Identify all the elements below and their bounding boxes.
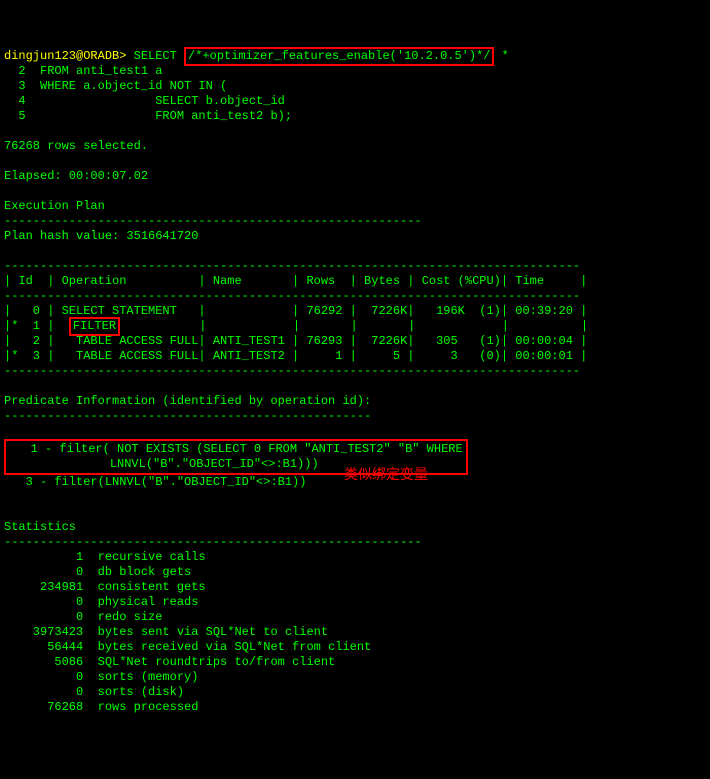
stat-consistent-gets: 234981 consistent gets [4, 580, 206, 594]
rows-selected: 76268 rows selected. [4, 139, 148, 153]
plan-table-header: | Id | Operation | Name | Rows | Bytes |… [4, 274, 587, 288]
sql-line-5: 5 FROM anti_test2 b); [4, 109, 292, 123]
stat-sorts-memory: 0 sorts (memory) [4, 670, 198, 684]
stat-physical-reads: 0 physical reads [4, 595, 198, 609]
plan-row-1-post: | | | | | | [120, 319, 588, 333]
stat-sorts-disk: 0 sorts (disk) [4, 685, 184, 699]
annotation-text: 类似绑定变量 [344, 467, 428, 482]
stat-rows-processed: 76268 rows processed [4, 700, 198, 714]
divider: ----------------------------------------… [4, 535, 422, 549]
stat-roundtrips: 5086 SQL*Net roundtrips to/from client [4, 655, 335, 669]
divider: ----------------------------------------… [4, 364, 580, 378]
stat-recursive-calls: 1 recursive calls [4, 550, 206, 564]
divider: ----------------------------------------… [4, 259, 580, 273]
predicate-line-1: 1 - filter( NOT EXISTS (SELECT 0 FROM "A… [9, 442, 463, 456]
stat-bytes-sent: 3973423 bytes sent via SQL*Net to client [4, 625, 328, 639]
predicate-info-header: Predicate Information (identified by ope… [4, 394, 371, 408]
plan-row-1-pre: |* 1 | [4, 319, 69, 333]
prompt: dingjun123@ORADB> [4, 49, 126, 63]
plan-row-3: |* 3 | TABLE ACCESS FULL| ANTI_TEST2 | 1… [4, 349, 587, 363]
sql-line-2: 2 FROM anti_test1 a [4, 64, 162, 78]
terminal-output: dingjun123@ORADB> SELECT /*+optimizer_fe… [4, 49, 706, 715]
sql-line-3: 3 WHERE a.object_id NOT IN ( [4, 79, 227, 93]
predicate-line-3: 3 - filter(LNNVL("B"."OBJECT_ID"<>:B1)) [4, 475, 306, 489]
plan-hash: Plan hash value: 3516641720 [4, 229, 198, 243]
divider: ----------------------------------------… [4, 289, 580, 303]
plan-row-2: | 2 | TABLE ACCESS FULL| ANTI_TEST1 | 76… [4, 334, 587, 348]
stat-redo-size: 0 redo size [4, 610, 162, 624]
execution-plan-header: Execution Plan [4, 199, 105, 213]
plan-row-0: | 0 | SELECT STATEMENT | | 76292 | 7226K… [4, 304, 587, 318]
optimizer-hint-box: /*+optimizer_features_enable('10.2.0.5')… [184, 47, 494, 66]
statistics-header: Statistics [4, 520, 76, 534]
elapsed-time: Elapsed: 00:00:07.02 [4, 169, 148, 183]
divider: ----------------------------------------… [4, 214, 422, 228]
sql-select: SELECT [126, 49, 184, 63]
divider: ----------------------------------------… [4, 409, 371, 423]
predicate-line-2: LNNVL("B"."OBJECT_ID"<>:B1))) [9, 457, 319, 471]
sql-tail: * [494, 49, 508, 63]
stat-db-block-gets: 0 db block gets [4, 565, 191, 579]
sql-line-4: 4 SELECT b.object_id [4, 94, 285, 108]
stat-bytes-received: 56444 bytes received via SQL*Net from cl… [4, 640, 371, 654]
